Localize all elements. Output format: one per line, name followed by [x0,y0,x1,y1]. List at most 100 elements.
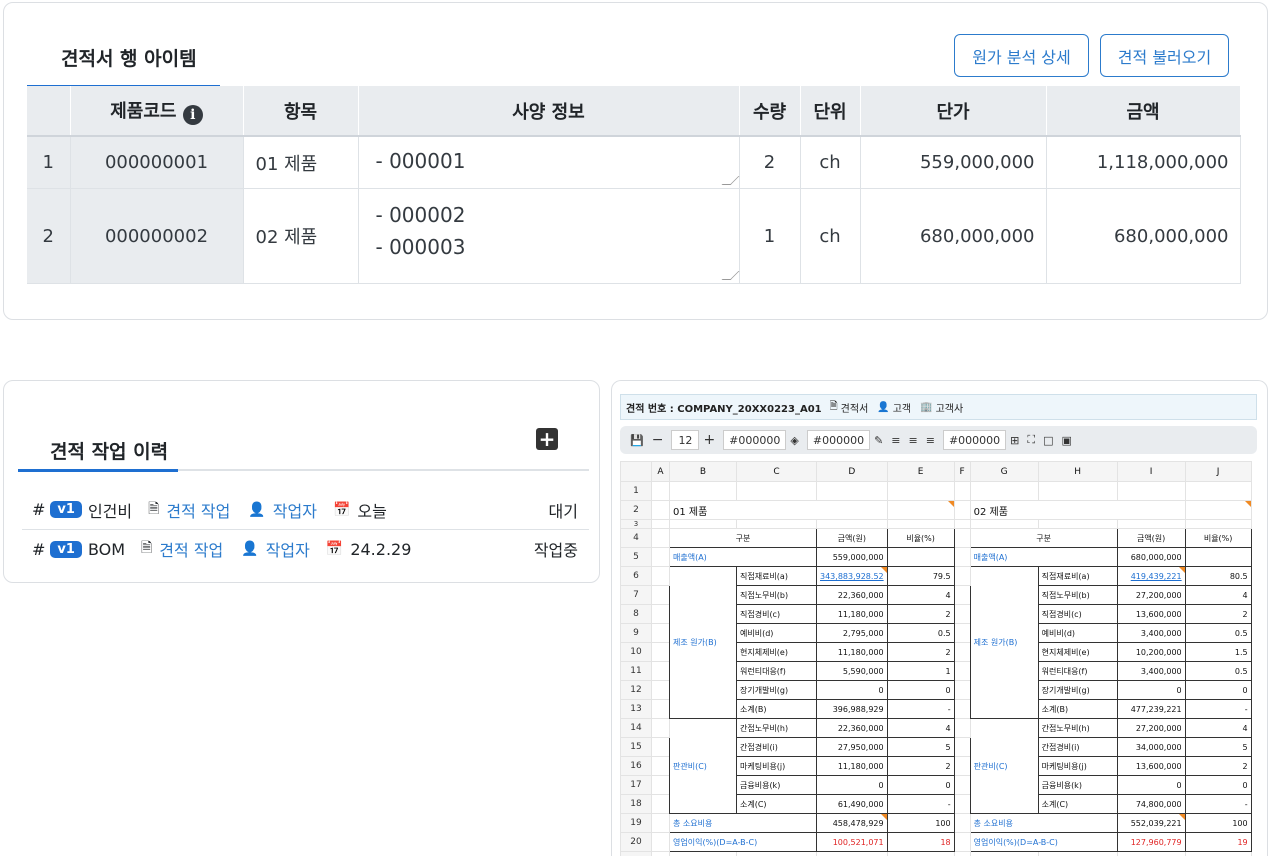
profit-label-cell[interactable]: 영업이익(%)(D=A-B-C) [669,832,817,852]
column-header[interactable]: G [969,461,1039,482]
profit-value-cell[interactable]: 127,960,779 [1116,832,1186,852]
brush-icon[interactable]: ✎ [874,434,883,447]
column-header[interactable]: C [736,461,817,482]
align-right-icon[interactable]: ≡ [926,434,935,447]
border-icon[interactable]: ⊞ [1010,434,1019,447]
customer-label[interactable]: 고객 [893,400,911,415]
sales-value-cell[interactable]: 680,000,000 [1116,547,1186,567]
doc-label[interactable]: 견적서 [841,400,869,415]
item-name-cell[interactable]: 직접재료비(a) [736,566,817,586]
align-left-icon[interactable]: ≡ [891,434,900,447]
spreadsheet-status-bar: 견적 번호 : COMPANY_20XX0223_A01 🗎 견적서 👤 고객 🏢 고… [620,394,1257,420]
table-header-cell[interactable]: 구분 [969,528,1118,548]
add-history-button[interactable]: + [536,428,558,450]
column-header[interactable]: E [886,461,955,482]
unit-price: 680,000,000 [860,188,1047,284]
value-link-cell[interactable]: 419,439,221 [1131,572,1182,581]
work-history-title: 견적 작업 이력 [18,427,178,472]
sales-value-cell[interactable]: 559,000,000 [816,547,888,567]
quantity: 1 [739,188,801,284]
document-icon: 🗎 [829,400,838,412]
row-number: 1 [27,136,71,189]
header-qty: 수량 [739,86,801,137]
version-badge: v1 [50,540,82,558]
item-name-cell[interactable]: 직접재료비(a) [1037,566,1118,586]
font-size-input[interactable]: 12 [671,430,700,450]
mfg-cost-label-cell[interactable]: 제조 원가(B) [669,566,737,719]
profit-label-cell[interactable]: 영업이익(%)(D=A-B-C) [969,832,1118,852]
fill-color-input[interactable]: #000000 [806,430,871,450]
total-label-cell[interactable]: 총 소요비용 [969,813,1118,833]
sga-label-cell[interactable]: 판관비(C) [669,718,737,814]
table-row[interactable]: 1 000000001 01 제품 - 000001 2 ch 559,000,… [27,136,1241,189]
history-row[interactable]: # v1 인건비 🗎 견적 작업 👤 작업자 📅 오늘 대기 [22,490,589,530]
column-header[interactable]: J [1184,461,1252,482]
quote-items-table: 제품코드 i 항목 사양 정보 수량 단위 단가 금액 1 000000001 … [27,86,1241,284]
header-amount: 금액 [1046,86,1241,137]
building-icon: 🏢 [920,401,933,413]
fill-color-icon[interactable]: ◈ [790,434,798,447]
border-color-input[interactable]: #000000 [942,430,1007,450]
table-header-cell[interactable]: 비율(%) [1184,528,1252,548]
version-badge: v1 [50,501,82,518]
history-row[interactable]: # v1 BOM 🗎 견적 작업 👤 작업자 📅 24.2.29 작업중 [22,529,589,569]
history-name: 인건비 [87,501,133,521]
text-color-input[interactable]: #000000 [723,430,787,450]
calendar-icon: 📅 [325,541,344,557]
column-header[interactable]: F [953,461,971,482]
profit-value-cell[interactable]: 100,521,071 [816,832,888,852]
job-link[interactable]: 견적 작업 [166,498,230,522]
company-label[interactable]: 고객사 [936,400,964,415]
column-header[interactable]: H [1037,461,1118,482]
resize-handle-icon[interactable] [721,271,739,280]
job-link[interactable]: 견적 작업 [159,537,223,561]
table-row[interactable]: 2 000000002 02 제품 - 000002- 000003 1 ch … [27,188,1241,284]
total-value-cell[interactable]: 458,478,929 [816,813,888,833]
product-code: 000000002 [70,188,244,284]
cost-analysis-button[interactable]: 원가 분석 상세 [954,34,1089,77]
quantity: 2 [739,136,801,189]
table-header-cell[interactable]: 금액(원) [816,528,888,548]
divider [178,469,589,471]
ratio-cell[interactable]: 79.5 [886,566,955,586]
header-rownum [27,86,71,137]
image-icon[interactable]: ▣ [1062,434,1072,447]
sales-label-cell[interactable]: 매출액(A) [969,547,1118,567]
sga-label-cell[interactable]: 판관비(C) [969,718,1039,814]
spec-textarea[interactable]: - 000001 [358,136,740,189]
increase-font-button[interactable]: + [703,432,715,448]
mfg-cost-label-cell[interactable]: 제조 원가(B) [969,566,1039,719]
merge-icon[interactable]: ⛶ [1027,433,1035,447]
spec-textarea[interactable]: - 000002- 000003 [358,188,740,284]
total-value-cell[interactable]: 552,039,221 [1116,813,1186,833]
column-header[interactable]: A [651,461,670,482]
comment-icon[interactable]: □ [1043,434,1053,447]
spreadsheet-grid[interactable]: ABCDEFGHIJ 1 2 01 제품 02 제품 3 4 구분 금액(원) 비율(%)… [620,461,1252,856]
row-number: 2 [27,188,71,284]
worker-link[interactable]: 작업자 [273,498,317,522]
product-title-cell[interactable]: 01 제품 [669,500,888,520]
total-label-cell[interactable]: 총 소요비용 [669,813,817,833]
worker-link[interactable]: 작업자 [266,537,310,561]
value-link-cell[interactable]: 343,883,928.52 [820,572,884,581]
info-icon[interactable]: i [182,104,203,125]
status-text: 대기 [548,501,578,521]
column-header[interactable]: I [1116,461,1186,482]
product-title-cell[interactable]: 02 제품 [969,500,1186,520]
column-header[interactable]: B [669,461,737,482]
table-header-cell[interactable]: 금액(원) [1116,528,1186,548]
decrease-font-button[interactable]: − [652,432,664,448]
load-quote-button[interactable]: 견적 불러오기 [1100,34,1229,77]
table-header-cell[interactable]: 구분 [669,528,817,548]
sales-label-cell[interactable]: 매출액(A) [669,547,817,567]
status-text: 작업중 [533,541,578,560]
item-name: 01 제품 [243,136,359,189]
save-icon[interactable]: 💾 [630,434,644,447]
column-header[interactable]: D [816,461,888,482]
ratio-cell[interactable]: 80.5 [1184,566,1252,586]
align-center-icon[interactable]: ≡ [909,434,918,447]
header-item: 항목 [243,86,359,137]
quote-items-title: 견적서 행 아이템 [27,32,220,88]
table-header-cell[interactable]: 비율(%) [886,528,955,548]
resize-handle-icon[interactable] [721,176,739,185]
